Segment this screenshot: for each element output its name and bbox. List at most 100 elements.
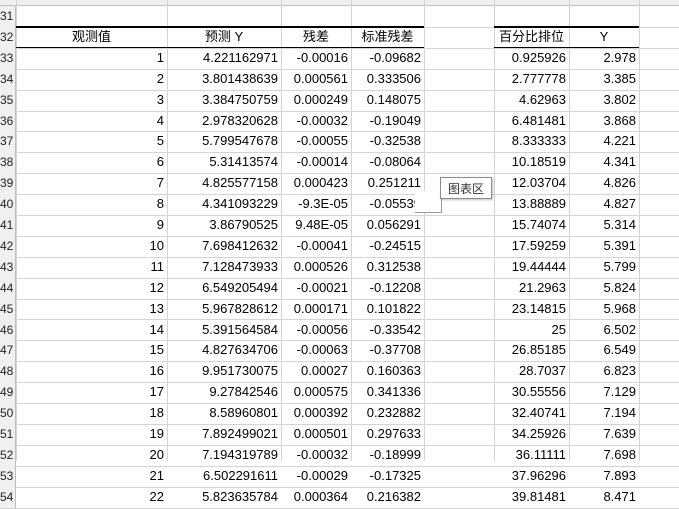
percentile-table-cell[interactable]: 5.824 <box>569 278 639 298</box>
residual-table-cell[interactable]: 15 <box>16 340 167 360</box>
residual-table-cell[interactable]: 0.101822 <box>351 299 424 319</box>
residual-table-cell[interactable]: -0.00032 <box>281 111 351 131</box>
residual-table-cell[interactable]: 9.951730075 <box>167 361 281 381</box>
percentile-table-cell[interactable]: 26.85185 <box>494 340 569 360</box>
percentile-table-cell[interactable]: 10.18519 <box>494 152 569 172</box>
residual-table-cell[interactable]: 0.000392 <box>281 403 351 423</box>
percentile-table-cell[interactable]: 5.314 <box>569 215 639 235</box>
percentile-table-cell[interactable]: 3.868 <box>569 111 639 131</box>
residual-table-cell[interactable]: 16 <box>16 361 167 381</box>
row-header[interactable]: 31 <box>0 6 16 27</box>
residual-table-cell[interactable]: 4 <box>16 111 167 131</box>
residual-table-cell[interactable]: 6 <box>16 152 167 172</box>
residual-table-cell[interactable]: -0.24515 <box>351 236 424 256</box>
percentile-table-cell[interactable]: 5.968 <box>569 299 639 319</box>
residual-table-cell[interactable]: 17 <box>16 382 167 402</box>
residual-table-header[interactable]: 预测 Y <box>167 27 281 47</box>
percentile-table-header[interactable]: Y <box>569 27 639 47</box>
residual-table-cell[interactable]: 0.251211 <box>351 173 424 193</box>
residual-table-cell[interactable]: 7.194319789 <box>167 445 281 465</box>
percentile-table-cell[interactable]: 4.62963 <box>494 90 569 110</box>
row-header[interactable]: 46 <box>0 320 16 341</box>
residual-table-cell[interactable]: 9.27842546 <box>167 382 281 402</box>
percentile-table-cell[interactable]: 7.194 <box>569 403 639 423</box>
chart-area-edge[interactable] <box>415 191 442 213</box>
residual-table-cell[interactable]: 11 <box>16 257 167 277</box>
residual-table-cell[interactable]: 12 <box>16 278 167 298</box>
residual-table-cell[interactable]: 14 <box>16 320 167 340</box>
residual-table-cell[interactable]: 7.128473933 <box>167 257 281 277</box>
residual-table-cell[interactable]: 4.825577158 <box>167 173 281 193</box>
residual-table-cell[interactable]: 20 <box>16 445 167 465</box>
residual-table-cell[interactable]: 4.341093229 <box>167 194 281 214</box>
residual-table-cell[interactable]: 0.148075 <box>351 90 424 110</box>
residual-table-cell[interactable]: 0.000501 <box>281 424 351 444</box>
residual-table-cell[interactable]: 1 <box>16 48 167 68</box>
percentile-table-cell[interactable]: 34.25926 <box>494 424 569 444</box>
percentile-table-cell[interactable]: 32.40741 <box>494 403 569 423</box>
row-header[interactable]: 42 <box>0 236 16 257</box>
residual-table-cell[interactable]: 22 <box>16 487 167 507</box>
row-header[interactable]: 53 <box>0 466 16 487</box>
percentile-table-cell[interactable]: 36.11111 <box>494 445 569 465</box>
residual-table-cell[interactable]: 3.86790525 <box>167 215 281 235</box>
percentile-table-cell[interactable]: 5.391 <box>569 236 639 256</box>
residual-table-cell[interactable]: 0.232882 <box>351 403 424 423</box>
percentile-table-cell[interactable]: 7.893 <box>569 466 639 486</box>
residual-table-cell[interactable]: 0.00027 <box>281 361 351 381</box>
residual-table-cell[interactable]: 0.000575 <box>281 382 351 402</box>
percentile-table-cell[interactable]: 37.96296 <box>494 466 569 486</box>
row-header[interactable]: 32 <box>0 27 16 48</box>
residual-table-cell[interactable]: -0.37708 <box>351 340 424 360</box>
percentile-table-cell[interactable]: 5.799 <box>569 257 639 277</box>
percentile-table-cell[interactable]: 6.823 <box>569 361 639 381</box>
row-header[interactable]: 40 <box>0 194 16 215</box>
residual-table-cell[interactable]: 3 <box>16 90 167 110</box>
percentile-table-cell[interactable]: 7.698 <box>569 445 639 465</box>
residual-table-cell[interactable]: -0.33542 <box>351 320 424 340</box>
percentile-table-cell[interactable]: 8.471 <box>569 487 639 507</box>
percentile-table-cell[interactable]: 21.2963 <box>494 278 569 298</box>
percentile-table-cell[interactable]: 23.14815 <box>494 299 569 319</box>
percentile-table-cell[interactable]: 7.639 <box>569 424 639 444</box>
residual-table-cell[interactable]: 18 <box>16 403 167 423</box>
residual-table-cell[interactable]: 5.799547678 <box>167 131 281 151</box>
residual-table-cell[interactable]: 0.000561 <box>281 69 351 89</box>
percentile-table-cell[interactable]: 4.826 <box>569 173 639 193</box>
residual-table-cell[interactable]: 19 <box>16 424 167 444</box>
row-header[interactable]: 48 <box>0 361 16 382</box>
residual-table-cell[interactable]: 13 <box>16 299 167 319</box>
residual-table-cell[interactable]: 5.967828612 <box>167 299 281 319</box>
row-header[interactable]: 34 <box>0 69 16 90</box>
residual-table-cell[interactable]: 5.31413574 <box>167 152 281 172</box>
residual-table-cell[interactable]: 0.297633 <box>351 424 424 444</box>
row-header[interactable]: 41 <box>0 215 16 236</box>
percentile-table-cell[interactable]: 2.978 <box>569 48 639 68</box>
percentile-table-cell[interactable]: 30.55556 <box>494 382 569 402</box>
residual-table-cell[interactable]: 8.58960801 <box>167 403 281 423</box>
row-header[interactable]: 43 <box>0 257 16 278</box>
column-header-strip[interactable] <box>0 0 679 6</box>
residual-table-cell[interactable]: -0.00021 <box>281 278 351 298</box>
percentile-table-cell[interactable]: 12.03704 <box>494 173 569 193</box>
row-header[interactable]: 39 <box>0 173 16 194</box>
residual-table-cell[interactable]: 0.000364 <box>281 487 351 507</box>
spreadsheet-grid[interactable]: 31 32 33 34 35 36 37 38 39 40 41 42 43 44 45 46 47 48 49 50… <box>0 0 679 509</box>
percentile-table-cell[interactable]: 15.74074 <box>494 215 569 235</box>
row-header[interactable]: 45 <box>0 299 16 320</box>
row-header[interactable]: 52 <box>0 445 16 466</box>
row-header[interactable]: 36 <box>0 111 16 132</box>
percentile-table-cell[interactable]: 25 <box>494 320 569 340</box>
row-header[interactable]: 49 <box>0 382 16 403</box>
residual-table-cell[interactable]: 7 <box>16 173 167 193</box>
residual-table-cell[interactable]: -0.00056 <box>281 320 351 340</box>
percentile-table-header[interactable]: 百分比排位 <box>494 27 569 47</box>
residual-table-cell[interactable]: 5.391564584 <box>167 320 281 340</box>
residual-table-cell[interactable]: 0.056291 <box>351 215 424 235</box>
residual-table-cell[interactable]: 0.312538 <box>351 257 424 277</box>
row-header[interactable]: 38 <box>0 152 16 173</box>
percentile-table-cell[interactable]: 4.827 <box>569 194 639 214</box>
row-header[interactable]: 37 <box>0 131 16 152</box>
residual-table-cell[interactable]: -0.32538 <box>351 131 424 151</box>
percentile-table-cell[interactable]: 4.341 <box>569 152 639 172</box>
